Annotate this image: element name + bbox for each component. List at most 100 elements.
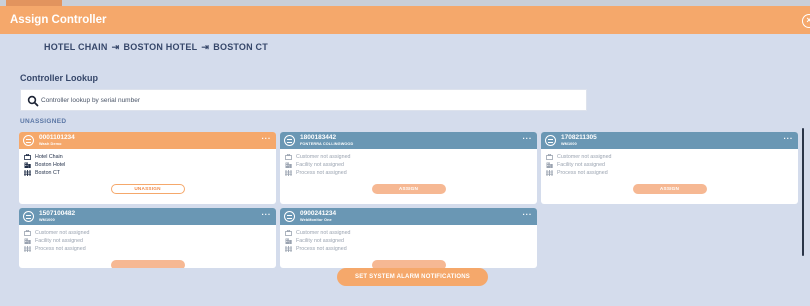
more-options-icon[interactable]: ··· xyxy=(523,135,533,143)
card-rows: Hotel Chain Boston Hotel Boston CT xyxy=(24,153,65,177)
arrow-right-bar-icon: ⇥ xyxy=(201,42,210,52)
card-serial: 1708211305 xyxy=(561,134,597,141)
card-serial: 0900241234 xyxy=(300,210,337,217)
arrow-right-bar-icon: ⇥ xyxy=(111,42,120,52)
card-row: Customer not assigned xyxy=(285,229,350,237)
card-row-text: Facility not assigned xyxy=(35,238,83,244)
card-row-text: Customer not assigned xyxy=(296,230,351,236)
controller-icon xyxy=(284,135,295,146)
dialog-title: Assign Controller xyxy=(10,14,107,26)
building-icon xyxy=(24,238,31,244)
breadcrumb-customer[interactable]: HOTEL CHAIN xyxy=(44,42,108,52)
search-icon xyxy=(27,95,39,107)
card-row: Hotel Chain xyxy=(24,153,65,161)
card-rows: Customer not assigned Facility not assign… xyxy=(285,153,350,177)
lookup-title: Controller Lookup xyxy=(20,73,98,83)
card-serial: 1507100482 xyxy=(39,210,76,217)
more-options-icon[interactable]: ··· xyxy=(784,135,794,143)
unassign-button[interactable]: UNASSIGN xyxy=(110,184,185,194)
process-grid-icon xyxy=(285,170,292,176)
card-row: Boston CT xyxy=(24,169,65,177)
card-model: WM1000 xyxy=(561,141,577,146)
card-rows: Customer not assigned Facility not assign… xyxy=(546,153,611,177)
process-grid-icon xyxy=(24,246,31,252)
card-row: Facility not assigned xyxy=(285,161,350,169)
breadcrumb-process[interactable]: BOSTON CT xyxy=(213,42,268,52)
search-box[interactable] xyxy=(20,89,587,111)
briefcase-icon xyxy=(285,153,292,160)
controller-card[interactable]: 1708211305 WM1000 ··· Customer not assigned… xyxy=(541,132,798,204)
close-icon[interactable]: × xyxy=(802,14,810,28)
controller-icon xyxy=(23,211,34,222)
card-row: Customer not assigned xyxy=(285,153,350,161)
card-header: 1800183442 FONTERRA COLLINGWOOD ··· xyxy=(280,132,537,149)
building-icon xyxy=(285,238,292,244)
card-row-text: Boston CT xyxy=(35,170,61,176)
card-row-text: Facility not assigned xyxy=(296,162,344,168)
briefcase-icon xyxy=(24,229,31,236)
assign-button[interactable] xyxy=(371,260,446,268)
card-row: Process not assigned xyxy=(285,169,350,177)
card-row: Process not assigned xyxy=(24,245,89,253)
card-row: Customer not assigned xyxy=(546,153,611,161)
card-row: Process not assigned xyxy=(546,169,611,177)
card-row-text: Process not assigned xyxy=(35,246,86,252)
set-alarm-notifications-button[interactable]: SET SYSTEM ALARM NOTIFICATIONS xyxy=(337,268,488,286)
card-row-text: Facility not assigned xyxy=(296,238,344,244)
card-row-text: Customer not assigned xyxy=(35,230,90,236)
controller-icon xyxy=(23,135,34,146)
search-input[interactable] xyxy=(41,93,581,108)
card-row-text: Customer not assigned xyxy=(557,154,612,160)
briefcase-icon xyxy=(285,229,292,236)
card-row-text: Boston Hotel xyxy=(35,162,66,168)
card-row: Facility not assigned xyxy=(285,237,350,245)
briefcase-icon xyxy=(546,153,553,160)
card-model: WM1000 xyxy=(39,217,55,222)
card-row-text: Hotel Chain xyxy=(35,154,63,160)
card-serial: 0001101234 xyxy=(39,134,75,141)
breadcrumb-facility[interactable]: BOSTON HOTEL xyxy=(124,42,198,52)
card-header: 0001101234 Wash Demo ··· xyxy=(19,132,276,149)
more-options-icon[interactable]: ··· xyxy=(262,211,272,219)
breadcrumb: HOTEL CHAIN ⇥ BOSTON HOTEL ⇥ BOSTON CT xyxy=(44,42,268,53)
card-row: Facility not assigned xyxy=(546,161,611,169)
controller-icon xyxy=(284,211,295,222)
building-icon xyxy=(546,162,553,168)
controller-card[interactable]: 0001101234 Wash Demo ··· Hotel Chain Boston … xyxy=(19,132,276,204)
briefcase-icon xyxy=(24,153,31,160)
more-options-icon[interactable]: ··· xyxy=(262,135,272,143)
process-grid-icon xyxy=(285,246,292,252)
card-serial: 1800183442 xyxy=(300,134,337,141)
card-rows: Customer not assigned Facility not assign… xyxy=(24,229,89,253)
card-model: FONTERRA COLLINGWOOD xyxy=(300,141,354,146)
unassigned-label: UNASSIGNED xyxy=(20,118,67,125)
card-row-text: Facility not assigned xyxy=(557,162,605,168)
assign-button[interactable]: ASSIGN xyxy=(371,184,446,194)
card-model: Wash Demo xyxy=(39,141,62,146)
dialog-header: Assign Controller × xyxy=(0,6,810,34)
building-icon xyxy=(285,162,292,168)
controller-card[interactable]: 1800183442 FONTERRA COLLINGWOOD ··· Custome… xyxy=(280,132,537,204)
card-header: 0900241234 WebMonitor One ··· xyxy=(280,208,537,225)
building-icon xyxy=(24,162,31,168)
card-row: Facility not assigned xyxy=(24,237,89,245)
assign-button[interactable] xyxy=(110,260,185,268)
card-row: Customer not assigned xyxy=(24,229,89,237)
controller-card[interactable]: 1507100482 WM1000 ··· Customer not assigned… xyxy=(19,208,276,268)
controller-card[interactable]: 0900241234 WebMonitor One ··· Customer not … xyxy=(280,208,537,268)
card-row: Process not assigned xyxy=(285,245,350,253)
more-options-icon[interactable]: ··· xyxy=(523,211,533,219)
process-grid-icon xyxy=(546,170,553,176)
assign-button[interactable]: ASSIGN xyxy=(632,184,707,194)
card-row-text: Customer not assigned xyxy=(296,154,351,160)
scrollbar[interactable] xyxy=(802,128,804,256)
card-rows: Customer not assigned Facility not assign… xyxy=(285,229,350,253)
card-row-text: Process not assigned xyxy=(557,170,608,176)
controller-icon xyxy=(545,135,556,146)
card-header: 1507100482 WM1000 ··· xyxy=(19,208,276,225)
card-row-text: Process not assigned xyxy=(296,246,347,252)
card-row: Boston Hotel xyxy=(24,161,65,169)
card-model: WebMonitor One xyxy=(300,217,332,222)
card-row-text: Process not assigned xyxy=(296,170,347,176)
card-header: 1708211305 WM1000 ··· xyxy=(541,132,798,149)
